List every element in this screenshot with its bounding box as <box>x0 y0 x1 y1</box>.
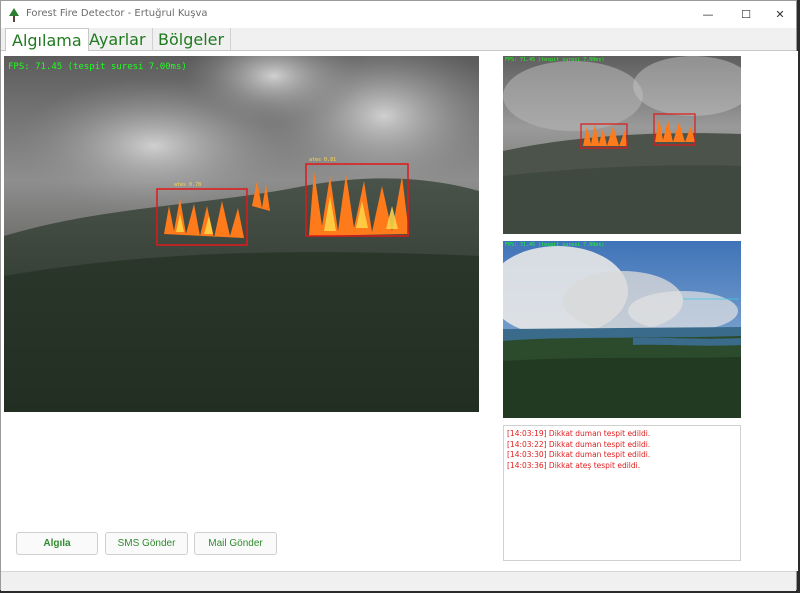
tree-icon <box>9 8 19 22</box>
main-camera-feed: ates 0.78 ates 0.81 FPS: 71.45 (tespit s… <box>4 56 479 412</box>
log-entry: [14:03:36] Dikkat ateş tespit edildi. <box>507 460 641 470</box>
log-entry: [14:03:22] Dikkat duman tespit edildi. <box>507 439 651 449</box>
detect-button[interactable]: Algıla <box>16 532 98 555</box>
log-entry: [14:03:30] Dikkat duman tespit edildi. <box>507 450 651 459</box>
log-entry: [14:03:19] Dikkat duman tespit edildi. <box>507 429 651 438</box>
status-bar <box>1 571 796 591</box>
tab-settings[interactable]: Ayarlar <box>83 28 153 51</box>
tab-regions[interactable]: Bölgeler <box>152 28 232 51</box>
minimize-button[interactable]: — <box>691 1 725 28</box>
detection-panel: ates 0.78 ates 0.81 FPS: 71.45 (tespit s… <box>1 51 798 571</box>
fps-overlay-small: FPS: 71.45 (tespit suresi 7.00ms) <box>505 57 605 63</box>
app-window: Forest Fire Detector - Ertuğrul Kuşva — … <box>0 0 798 591</box>
side-camera-feed-1: FPS: 71.45 (tespit suresi 7.00ms) <box>503 56 741 234</box>
window-title: Forest Fire Detector - Ertuğrul Kuşva <box>26 8 208 19</box>
side-camera-feed-2: FPS: 71.45 (tespit suresi 7.00ms) <box>503 241 741 418</box>
tab-bar: Algılama Ayarlar Bölgeler <box>1 28 796 52</box>
maximize-button[interactable]: ☐ <box>729 1 763 28</box>
fps-overlay-small: FPS: 71.45 (tespit suresi 7.00ms) <box>505 242 605 248</box>
send-sms-button[interactable]: SMS Gönder <box>105 532 188 555</box>
fps-overlay: FPS: 71.45 (tespit suresi 7.00ms) <box>8 62 187 72</box>
send-mail-button[interactable]: Mail Gönder <box>194 532 277 555</box>
detection-label: ates 0.81 <box>309 157 336 163</box>
detection-label: ates 0.78 <box>174 182 201 188</box>
close-button[interactable]: ✕ <box>763 1 797 28</box>
title-bar: Forest Fire Detector - Ertuğrul Kuşva — … <box>1 1 796 28</box>
detection-log: [14:03:19] Dikkat duman tespit edildi. [… <box>503 425 741 561</box>
tab-detection[interactable]: Algılama <box>5 28 89 52</box>
